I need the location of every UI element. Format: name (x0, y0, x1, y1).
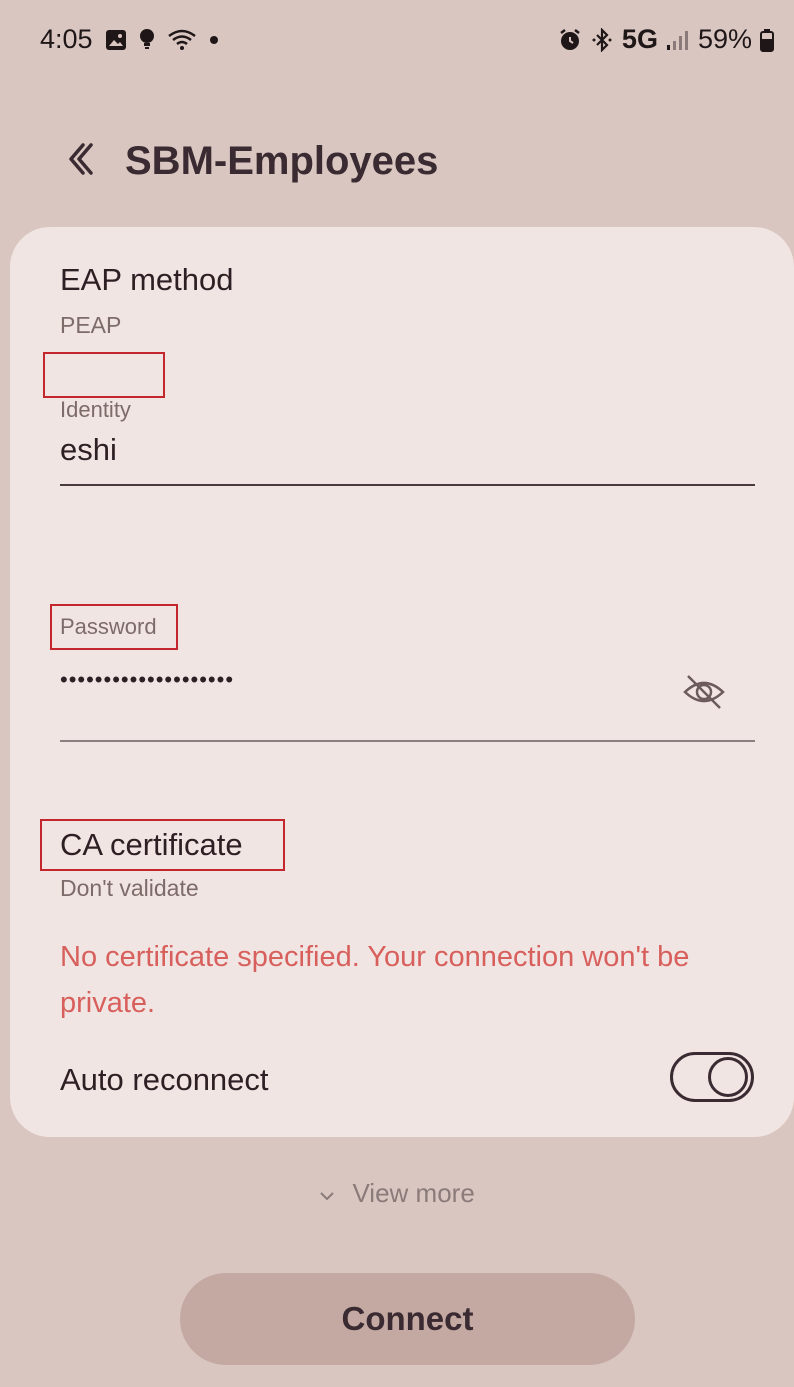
bluetooth-icon (590, 27, 614, 52)
auto-reconnect-toggle[interactable] (670, 1052, 754, 1102)
ca-certificate-label: CA certificate (60, 827, 243, 862)
battery-percent: 59% (697, 24, 752, 54)
ca-certificate-value: Don't validate (60, 875, 199, 901)
auto-reconnect-label: Auto reconnect (60, 1062, 269, 1097)
network-type: 5G (621, 24, 658, 54)
status-bar-right: 5G 59% (558, 24, 774, 55)
eap-method-label: EAP method (60, 262, 234, 297)
eap-method-value: PEAP (60, 312, 122, 338)
page-title: SBM-Employees (125, 139, 439, 183)
network-settings-card: EAP method PEAP Identity eshi Password •… (10, 227, 794, 1137)
status-bar: 4:05 5G 59% (0, 0, 794, 80)
back-chevron-icon (65, 141, 95, 182)
back-button[interactable] (58, 139, 102, 183)
battery-icon (760, 28, 774, 52)
status-time: 4:05 (40, 24, 93, 54)
status-bar-left: 4:05 (40, 24, 219, 55)
dot-icon (209, 35, 219, 45)
password-field[interactable]: •••••••••••••••••••• (60, 667, 234, 693)
certificate-warning: No certificate specified. Your connectio… (60, 941, 690, 1019)
password-underline (60, 740, 755, 742)
alarm-icon (558, 28, 582, 52)
wifi-icon (167, 28, 197, 52)
password-label: Password (60, 614, 157, 639)
identity-highlight-box (43, 352, 165, 398)
signal-icon (666, 29, 690, 51)
header: SBM-Employees (0, 125, 794, 205)
identity-field[interactable]: eshi (60, 432, 117, 468)
bulb-icon (139, 28, 155, 52)
gallery-icon (105, 29, 127, 51)
view-more-button[interactable]: View more (0, 1178, 794, 1211)
chevron-down-icon (319, 1177, 335, 1208)
toggle-knob (708, 1057, 748, 1097)
identity-label: Identity (60, 397, 131, 422)
connect-button[interactable]: Connect (180, 1273, 635, 1365)
eye-off-icon[interactable] (682, 672, 726, 712)
identity-underline (60, 484, 755, 486)
view-more-label: View more (352, 1178, 475, 1208)
